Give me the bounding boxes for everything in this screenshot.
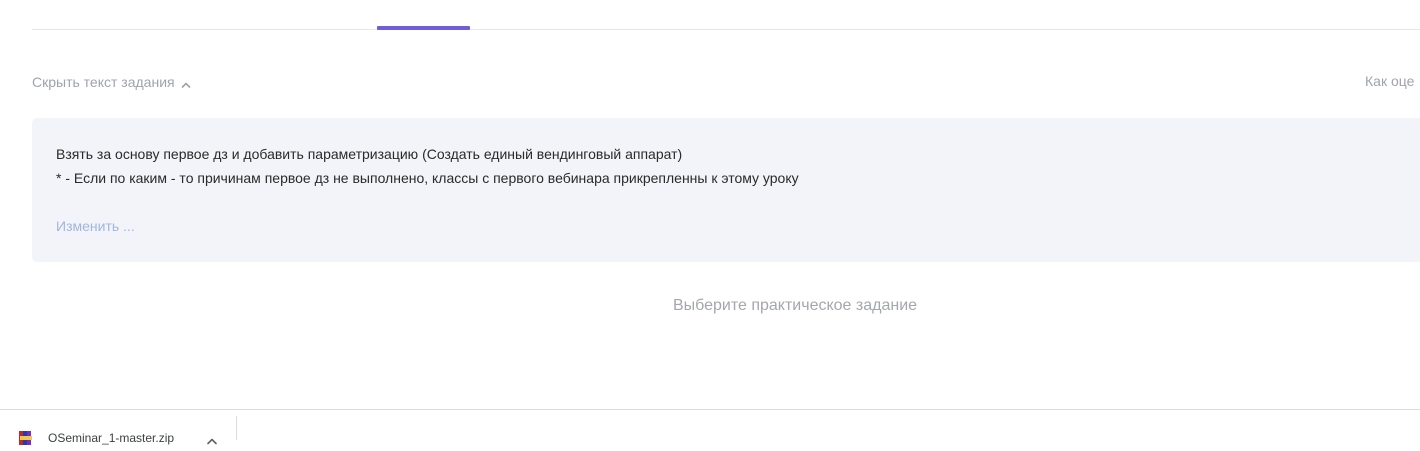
task-text-box: Взять за основу первое дз и добавить пар…	[32, 118, 1420, 262]
edit-task-link[interactable]: Изменить ...	[56, 218, 135, 234]
task-text-line-1: Взять за основу первое дз и добавить пар…	[56, 146, 683, 162]
tabs-divider	[32, 29, 1420, 30]
task-text-line-2: * - Если по каким - то причинам первое д…	[56, 170, 799, 186]
active-tab-indicator	[377, 26, 470, 30]
select-practical-task-message: Выберите практическое задание	[672, 297, 918, 314]
download-separator	[236, 416, 237, 440]
zip-archive-icon	[18, 430, 34, 446]
hide-task-text-label: Скрыть текст задания	[32, 74, 175, 90]
hide-task-text-toggle[interactable]: Скрыть текст задания	[32, 73, 191, 91]
downloads-bar: OSeminar_1-master.zip	[0, 409, 1420, 445]
how-graded-link[interactable]: Как оце	[1365, 73, 1414, 89]
download-item[interactable]: OSeminar_1-master.zip	[18, 430, 174, 446]
download-filename: OSeminar_1-master.zip	[48, 431, 175, 445]
chevron-up-icon	[181, 77, 191, 88]
